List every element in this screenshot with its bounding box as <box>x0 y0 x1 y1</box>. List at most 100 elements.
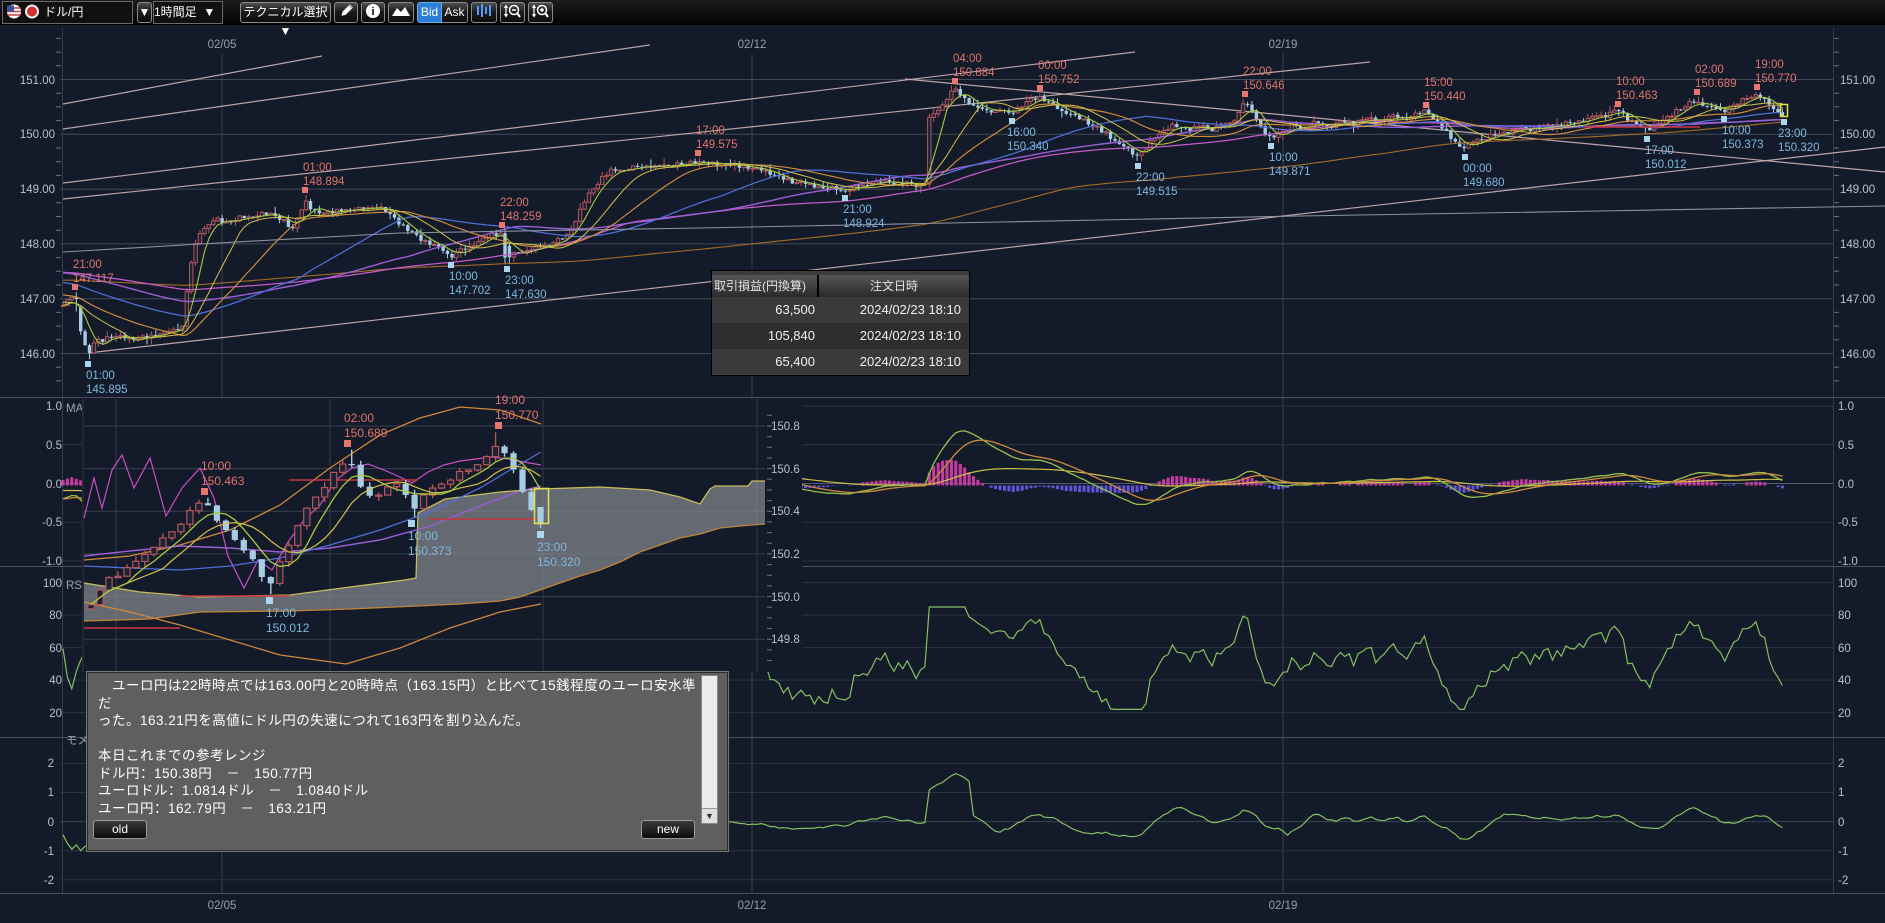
svg-text:148.924: 148.924 <box>843 218 885 230</box>
svg-text:150.463: 150.463 <box>1616 90 1658 102</box>
svg-text:16:00: 16:00 <box>1007 127 1036 139</box>
svg-text:146.00: 146.00 <box>1840 349 1875 361</box>
svg-text:21:00: 21:00 <box>843 204 872 216</box>
svg-text:40: 40 <box>1838 675 1851 687</box>
svg-text:150.4: 150.4 <box>771 506 800 518</box>
svg-text:150.373: 150.373 <box>408 544 452 558</box>
svg-text:22:00: 22:00 <box>500 197 529 209</box>
svg-text:60: 60 <box>1838 643 1851 655</box>
svg-text:151.00: 151.00 <box>1840 75 1875 87</box>
svg-text:21:00: 21:00 <box>73 259 102 271</box>
svg-text:-1: -1 <box>1838 846 1848 858</box>
svg-text:23:00: 23:00 <box>537 540 567 554</box>
svg-text:i: i <box>371 6 374 18</box>
svg-text:04:00: 04:00 <box>953 53 982 65</box>
svg-text:147.117: 147.117 <box>73 273 114 285</box>
svg-text:1.0: 1.0 <box>1838 401 1854 413</box>
svg-text:02/19: 02/19 <box>1269 900 1298 912</box>
svg-text:149.871: 149.871 <box>1269 166 1311 178</box>
svg-text:150.770: 150.770 <box>1755 73 1797 85</box>
svg-text:10:00: 10:00 <box>1616 76 1645 88</box>
svg-text:60: 60 <box>49 643 62 655</box>
svg-text:149.680: 149.680 <box>1463 177 1505 189</box>
svg-text:MA: MA <box>66 403 84 415</box>
svg-text:1.0: 1.0 <box>46 401 62 413</box>
svg-text:148.894: 148.894 <box>303 176 345 188</box>
svg-text:150.884: 150.884 <box>953 67 995 79</box>
svg-text:149.00: 149.00 <box>20 184 55 196</box>
svg-text:-1: -1 <box>44 846 54 858</box>
svg-text:150.0: 150.0 <box>771 592 800 604</box>
svg-text:10:00: 10:00 <box>408 529 438 543</box>
svg-text:-1.0: -1.0 <box>42 556 62 568</box>
svg-text:148.00: 148.00 <box>20 239 55 251</box>
svg-text:150.320: 150.320 <box>1778 142 1820 154</box>
svg-text:02/12: 02/12 <box>738 900 767 912</box>
svg-text:150.6: 150.6 <box>771 464 800 476</box>
svg-text:23:00: 23:00 <box>505 275 534 287</box>
svg-text:19:00: 19:00 <box>495 393 525 407</box>
svg-text:150.752: 150.752 <box>1038 74 1080 86</box>
svg-text:17:00: 17:00 <box>266 606 296 620</box>
svg-text:01:00: 01:00 <box>303 162 332 174</box>
svg-text:19:00: 19:00 <box>1755 59 1784 71</box>
svg-text:17:00: 17:00 <box>1645 145 1674 157</box>
svg-text:40: 40 <box>49 675 62 687</box>
svg-text:10:00: 10:00 <box>1722 125 1751 137</box>
svg-text:150.012: 150.012 <box>1645 159 1687 171</box>
svg-text:0.0: 0.0 <box>46 479 62 491</box>
svg-text:20: 20 <box>49 708 62 720</box>
svg-text:147.702: 147.702 <box>449 285 491 297</box>
svg-text:150.646: 150.646 <box>1243 80 1285 92</box>
svg-text:150.00: 150.00 <box>1840 129 1875 141</box>
svg-text:149.515: 149.515 <box>1136 186 1178 198</box>
svg-text:22:00: 22:00 <box>1136 172 1165 184</box>
svg-text:150.2: 150.2 <box>771 549 800 561</box>
svg-text:1: 1 <box>48 787 54 799</box>
svg-text:02/05: 02/05 <box>208 900 237 912</box>
svg-text:149.575: 149.575 <box>696 139 738 151</box>
svg-text:151.00: 151.00 <box>20 75 55 87</box>
svg-text:150.00: 150.00 <box>20 129 55 141</box>
svg-text:150.770: 150.770 <box>495 408 539 422</box>
svg-text:148.00: 148.00 <box>1840 239 1875 251</box>
svg-text:145.895: 145.895 <box>86 384 128 396</box>
svg-text:-2: -2 <box>1838 875 1848 887</box>
svg-text:02:00: 02:00 <box>1695 64 1724 76</box>
svg-text:20: 20 <box>1838 708 1851 720</box>
svg-text:150.440: 150.440 <box>1424 91 1466 103</box>
svg-text:0.5: 0.5 <box>46 440 62 452</box>
svg-text:100: 100 <box>43 578 62 590</box>
svg-text:-2: -2 <box>44 875 54 887</box>
svg-text:80: 80 <box>49 610 62 622</box>
svg-text:00:00: 00:00 <box>1038 60 1067 72</box>
svg-text:-1.0: -1.0 <box>1838 556 1858 568</box>
svg-text:02/19: 02/19 <box>1269 39 1298 51</box>
svg-text:0: 0 <box>1838 817 1844 829</box>
svg-text:147.00: 147.00 <box>1840 294 1875 306</box>
svg-text:-0.5: -0.5 <box>1838 517 1858 529</box>
svg-text:-0.5: -0.5 <box>42 517 62 529</box>
svg-text:10:00: 10:00 <box>201 459 231 473</box>
svg-text:150.689: 150.689 <box>344 426 388 440</box>
svg-text:01:00: 01:00 <box>86 370 115 382</box>
svg-text:10:00: 10:00 <box>1269 152 1298 164</box>
svg-text:149.00: 149.00 <box>1840 184 1875 196</box>
svg-text:80: 80 <box>1838 610 1851 622</box>
svg-text:150.320: 150.320 <box>537 555 581 569</box>
svg-text:00:00: 00:00 <box>1463 163 1492 175</box>
svg-text:15:00: 15:00 <box>1424 77 1453 89</box>
svg-text:02/05: 02/05 <box>208 39 237 51</box>
svg-text:02/12: 02/12 <box>738 39 767 51</box>
svg-text:2: 2 <box>1838 758 1844 770</box>
svg-text:0.0: 0.0 <box>1838 479 1854 491</box>
svg-text:147.630: 147.630 <box>505 289 547 301</box>
svg-text:10:00: 10:00 <box>449 271 478 283</box>
svg-text:0: 0 <box>48 817 54 829</box>
svg-text:02:00: 02:00 <box>344 411 374 425</box>
svg-text:23:00: 23:00 <box>1778 128 1807 140</box>
svg-text:150.8: 150.8 <box>771 421 800 433</box>
svg-text:22:00: 22:00 <box>1243 66 1272 78</box>
svg-text:2: 2 <box>48 758 54 770</box>
svg-text:148.259: 148.259 <box>500 211 542 223</box>
